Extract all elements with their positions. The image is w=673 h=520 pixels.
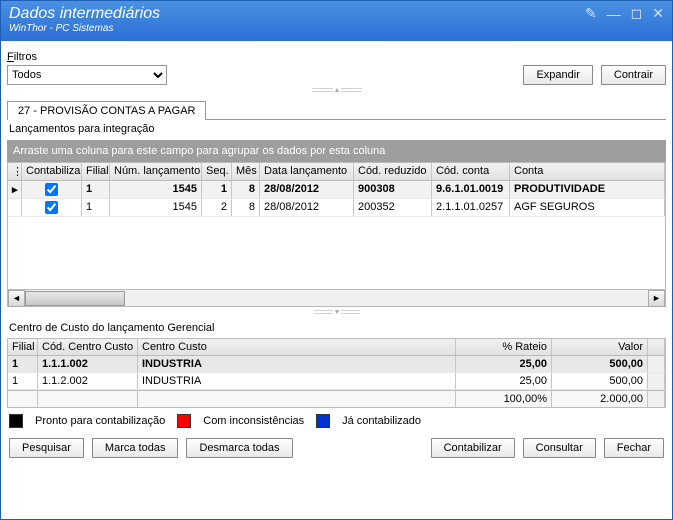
col-indicator[interactable]: ⋮ xyxy=(8,163,22,180)
expandir-button[interactable]: Expandir xyxy=(523,65,592,85)
cc-col-rateio[interactable]: % Rateio xyxy=(456,339,552,355)
desmarca-todas-button[interactable]: Desmarca todas xyxy=(186,438,292,458)
footer-buttons: Pesquisar Marca todas Desmarca todas Con… xyxy=(7,434,666,460)
filtros-select[interactable]: Todos xyxy=(7,65,167,85)
window: Dados intermediários WinThor - PC Sistem… xyxy=(0,0,673,520)
col-mes[interactable]: Mês xyxy=(232,163,260,180)
legend-swatch xyxy=(9,414,23,428)
cc-col-cod[interactable]: Cód. Centro Custo xyxy=(38,339,138,355)
grid-hscroll[interactable]: ◄ ► xyxy=(7,290,666,307)
cc-total-rateio: 100,00% xyxy=(456,391,552,407)
sub-header: Lançamentos para integração xyxy=(7,120,666,140)
grid-body: ▸115451828/08/20129003089.6.1.01.0019PRO… xyxy=(8,181,665,289)
cc-total-valor: 2.000,00 xyxy=(552,391,648,407)
legend: Pronto para contabilização Com inconsistê… xyxy=(7,408,666,434)
col-filial[interactable]: Filial xyxy=(82,163,110,180)
content-area: Filtros Todos Expandir Contrair ::::::::… xyxy=(1,41,672,519)
splitter-mid[interactable]: :::::::::::::::::::: ▼ :::::::::::::::::… xyxy=(7,309,666,316)
cc-grid: Filial Cód. Centro Custo Centro Custo % … xyxy=(7,338,666,408)
cc-section-label: Centro de Custo do lançamento Gerencial xyxy=(7,318,666,338)
col-cod-reduzido[interactable]: Cód. reduzido xyxy=(354,163,432,180)
close-icon[interactable]: ✕ xyxy=(652,5,664,22)
splitter-top[interactable]: :::::::::::::::::::::: ▲ :::::::::::::::… xyxy=(7,87,666,94)
cc-grid-header: Filial Cód. Centro Custo Centro Custo % … xyxy=(8,339,665,356)
titlebar: Dados intermediários WinThor - PC Sistem… xyxy=(1,1,672,41)
legend-swatch xyxy=(177,414,191,428)
scroll-right-icon[interactable]: ► xyxy=(648,290,665,307)
cc-totals-row: 100,00% 2.000,00 xyxy=(8,390,665,407)
legend-label: Pronto para contabilização xyxy=(35,415,165,427)
legend-label: Com inconsistências xyxy=(203,415,304,427)
col-cod-conta[interactable]: Cód. conta xyxy=(432,163,510,180)
pesquisar-button[interactable]: Pesquisar xyxy=(9,438,84,458)
window-subtitle: WinThor - PC Sistemas xyxy=(9,23,160,34)
cc-col-centro[interactable]: Centro Custo xyxy=(138,339,456,355)
col-seq[interactable]: Seq. xyxy=(202,163,232,180)
table-row[interactable]: 115452828/08/20122003522.1.1.01.0257AGF … xyxy=(8,199,665,217)
main-grid: ⋮ Contabilizar Filial Núm. lançamento Se… xyxy=(7,162,666,290)
grid-header: ⋮ Contabilizar Filial Núm. lançamento Se… xyxy=(8,163,665,181)
col-contabilizar[interactable]: Contabilizar xyxy=(22,163,82,180)
cc-table-row[interactable]: 11.1.1.002INDUSTRIA25,00500,00 xyxy=(8,356,665,373)
contabilizar-button[interactable]: Contabilizar xyxy=(431,438,515,458)
row-checkbox[interactable] xyxy=(45,183,58,196)
fechar-button[interactable]: Fechar xyxy=(604,438,664,458)
scroll-left-icon[interactable]: ◄ xyxy=(8,290,25,307)
filtros-label: Filtros xyxy=(7,51,167,63)
tab-provisao[interactable]: 27 - PROVISÃO CONTAS A PAGAR xyxy=(7,101,206,120)
scroll-thumb[interactable] xyxy=(25,291,125,306)
maximize-icon[interactable]: ◻ xyxy=(631,5,643,22)
cc-table-row[interactable]: 11.1.2.002INDUSTRIA25,00500,00 xyxy=(8,373,665,390)
marca-todas-button[interactable]: Marca todas xyxy=(92,438,179,458)
cc-col-filial[interactable]: Filial xyxy=(8,339,38,355)
col-num-lancamento[interactable]: Núm. lançamento xyxy=(110,163,202,180)
table-row[interactable]: ▸115451828/08/20129003089.6.1.01.0019PRO… xyxy=(8,181,665,199)
consultar-button[interactable]: Consultar xyxy=(523,438,596,458)
filtros-group: Filtros Todos xyxy=(7,51,167,85)
group-by-bar[interactable]: Arraste uma coluna para este campo para … xyxy=(7,140,666,162)
cc-scrollbar-head xyxy=(648,339,665,355)
legend-swatch xyxy=(316,414,330,428)
legend-label: Já contabilizado xyxy=(342,415,421,427)
tab-row: 27 - PROVISÃO CONTAS A PAGAR xyxy=(7,100,666,120)
contrair-button[interactable]: Contrair xyxy=(601,65,666,85)
col-conta[interactable]: Conta xyxy=(510,163,665,180)
edit-icon[interactable]: ✎ xyxy=(585,5,597,22)
minimize-icon[interactable]: — xyxy=(607,6,621,22)
window-title: Dados intermediários xyxy=(9,5,160,23)
cc-grid-body: 11.1.1.002INDUSTRIA25,00500,0011.1.2.002… xyxy=(8,356,665,390)
row-checkbox[interactable] xyxy=(45,201,58,214)
cc-col-valor[interactable]: Valor xyxy=(552,339,648,355)
col-data[interactable]: Data lançamento xyxy=(260,163,354,180)
